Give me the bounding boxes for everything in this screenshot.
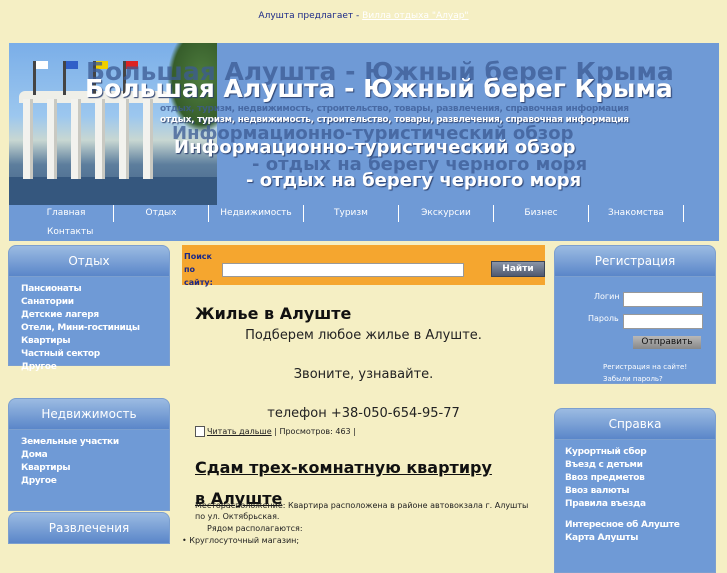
banner-line1: Информационно-туристический обзор — [174, 137, 576, 158]
reference-link[interactable]: Въезд с детьми — [565, 459, 715, 472]
article-bullet-text: Круглосуточный магазин; — [189, 536, 300, 545]
menu-item-business[interactable]: Бизнес — [494, 205, 589, 222]
banner-subtitle: отдых, туризм, недвижимость, строительст… — [160, 115, 629, 125]
sidebar-realty-title: Недвижимость — [8, 398, 170, 430]
sidebar-link[interactable]: Отели, Мини-гостиницы — [21, 322, 169, 335]
search-button[interactable]: Найти — [491, 261, 545, 277]
reference-link[interactable]: Ввоз предметов — [565, 472, 715, 485]
read-more-link[interactable]: Читать дальше — [207, 427, 272, 436]
reference-panel: Справка Курортный сбор Въезд с детьми Вв… — [554, 408, 716, 573]
password-label: Пароль — [588, 314, 619, 323]
top-announcement-text: Алушта предлагает - — [258, 11, 363, 21]
registration-panel: Регистрация Логин Пароль Отправить Регис… — [554, 245, 716, 384]
article-nearby: Рядом располагаются: — [207, 524, 303, 533]
sidebar-link[interactable]: Пансионаты — [21, 283, 169, 296]
menu-item-dating[interactable]: Знакомства — [589, 205, 684, 222]
menu-item-realty[interactable]: Недвижимость — [209, 205, 304, 222]
sidebar-link[interactable]: Санатории — [21, 296, 169, 309]
sidebar-rest-title: Отдых — [8, 245, 170, 277]
reference-link[interactable]: Правила въезда — [565, 498, 715, 511]
banner-line2: - отдых на берегу черного моря — [246, 170, 582, 191]
reference-link[interactable]: Карта Алушты — [565, 532, 715, 545]
sidebar-link[interactable]: Квартиры — [21, 462, 169, 475]
article-text: Подберем любое жилье в Алуште. — [245, 328, 482, 343]
reference-link[interactable]: Интересное об Алуште — [565, 519, 715, 532]
sidebar-link[interactable]: Другое — [21, 475, 169, 488]
sidebar-rest: Отдых Пансионаты Санатории Детские лагер… — [8, 245, 170, 372]
registration-title: Регистрация — [554, 245, 716, 277]
sidebar-entertainment-title: Развлечения — [8, 512, 170, 544]
top-announcement: Алушта предлагает - Вилла отдыха "Алуар" — [0, 11, 727, 21]
sidebar-link[interactable]: Земельные участки — [21, 436, 169, 449]
menu-item-tourism[interactable]: Туризм — [304, 205, 399, 222]
send-button[interactable]: Отправить — [633, 336, 701, 349]
view-count: | Просмотров: 463 | — [271, 427, 356, 436]
menu-item-rest[interactable]: Отдых — [114, 205, 209, 222]
banner-subtitle-shadow: отдых, туризм, недвижимость, строительст… — [160, 104, 629, 114]
main-content: Жилье в Алуште Подберем любое жилье в Ал… — [182, 290, 545, 550]
reference-link[interactable]: Курортный сбор — [565, 446, 715, 459]
header-banner: Большая Алушта - Южный берег Крыма отдых… — [9, 43, 719, 205]
search-input[interactable] — [222, 263, 464, 277]
sidebar-link[interactable]: Частный сектор — [21, 348, 169, 361]
article-text: Звоните, узнавайте. — [293, 367, 434, 382]
sidebar-link[interactable]: Дома — [21, 449, 169, 462]
reference-link[interactable]: Ввоз валюты — [565, 485, 715, 498]
article-bullet: • Круглосуточный магазин; — [182, 535, 299, 546]
banner-title: Большая Алушта - Южный берег Крыма — [85, 74, 673, 103]
main-menu: Главная Отдых Недвижимость Туризм Экскур… — [9, 205, 719, 241]
menu-item-home[interactable]: Главная — [19, 205, 114, 222]
top-announcement-link[interactable]: Вилла отдыха "Алуар" — [362, 11, 468, 21]
search-bar: Поиск по сайту: Найти — [182, 245, 545, 287]
sidebar-link[interactable]: Квартиры — [21, 335, 169, 348]
password-input[interactable] — [623, 314, 703, 329]
login-input[interactable] — [623, 292, 703, 307]
menu-item-contacts[interactable]: Контакты — [19, 224, 113, 241]
search-label: Поиск по сайту: — [184, 252, 213, 287]
sidebar-entertainment: Развлечения — [8, 512, 170, 544]
document-icon — [195, 426, 205, 437]
article-phone: телефон +38-050-654-95-77 — [267, 406, 460, 421]
menu-item-excursions[interactable]: Экскурсии — [399, 205, 494, 222]
login-label: Логин — [594, 292, 620, 301]
forgot-password-link[interactable]: Забыли пароль? — [603, 375, 663, 383]
sidebar-link[interactable]: Другое — [21, 361, 169, 374]
register-link[interactable]: Регистрация на сайте! — [603, 363, 687, 371]
article-title[interactable]: Жилье в Алуште — [195, 304, 351, 323]
sidebar-link[interactable]: Детские лагеря — [21, 309, 169, 322]
reference-title: Справка — [554, 408, 716, 440]
sidebar-realty: Недвижимость Земельные участки Дома Квар… — [8, 398, 170, 511]
article-meta: Читать дальше | Просмотров: 463 | — [195, 426, 356, 437]
article-location: Месторасположение: Квартира расположена … — [195, 501, 529, 521]
